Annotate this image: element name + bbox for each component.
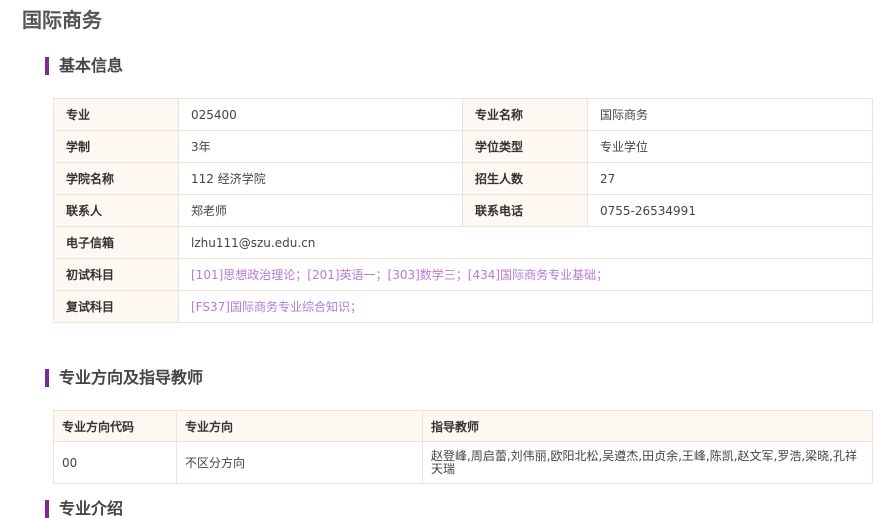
college-label: 学院名称: [53, 162, 179, 195]
table-row: 联系人 郑老师 联系电话 0755-26534991: [53, 194, 873, 227]
direction-code-cell: 00: [53, 441, 177, 484]
enrollment-value: 27: [587, 162, 873, 195]
header-direction: 专业方向: [176, 410, 423, 442]
college-value: 112 经济学院: [178, 162, 463, 195]
major-code-label: 专业: [53, 98, 179, 131]
direction-cell: 不区分方向: [176, 441, 423, 484]
phone-label: 联系电话: [462, 194, 588, 227]
section-title-basic-info: 基本信息: [45, 57, 123, 75]
table-row: 复试科目 [FS37]国际商务专业综合知识；: [53, 290, 873, 323]
table-header-row: 专业方向代码 专业方向 指导教师: [53, 410, 873, 442]
phone-value: 0755-26534991: [587, 194, 873, 227]
directions-table: 专业方向代码 专业方向 指导教师 00 不区分方向 赵登峰,周启蕾,刘伟丽,欧阳…: [53, 410, 873, 484]
section-title-directions: 专业方向及指导教师: [45, 369, 203, 387]
duration-value: 3年: [178, 130, 463, 163]
table-row: 00 不区分方向 赵登峰,周启蕾,刘伟丽,欧阳北松,吴遵杰,田贞余,王峰,陈凯,…: [53, 441, 873, 484]
table-row: 学院名称 112 经济学院 招生人数 27: [53, 162, 873, 195]
basic-info-table: 专业 025400 专业名称 国际商务 学制 3年 学位类型 专业学位 学院名称…: [53, 98, 873, 323]
email-value: lzhu111@szu.edu.cn: [178, 226, 873, 259]
degree-type-label: 学位类型: [462, 130, 588, 163]
email-label: 电子信箱: [53, 226, 179, 259]
retest-subjects-label: 复试科目: [53, 290, 179, 323]
contact-value: 郑老师: [178, 194, 463, 227]
table-row: 专业 025400 专业名称 国际商务: [53, 98, 873, 131]
advisors-cell: 赵登峰,周启蕾,刘伟丽,欧阳北松,吴遵杰,田贞余,王峰,陈凯,赵文军,罗浩,梁晓…: [422, 441, 873, 484]
prelim-subjects-link[interactable]: [101]思想政治理论；[201]英语一；[303]数学三；[434]国际商务专…: [178, 258, 873, 291]
major-code-value: 025400: [178, 98, 463, 131]
table-row: 学制 3年 学位类型 专业学位: [53, 130, 873, 163]
enrollment-label: 招生人数: [462, 162, 588, 195]
degree-type-value: 专业学位: [587, 130, 873, 163]
header-direction-code: 专业方向代码: [53, 410, 177, 442]
section-title-intro: 专业介绍: [45, 500, 123, 518]
prelim-subjects-label: 初试科目: [53, 258, 179, 291]
duration-label: 学制: [53, 130, 179, 163]
major-name-label: 专业名称: [462, 98, 588, 131]
page-title: 国际商务: [22, 8, 102, 32]
header-advisors: 指导教师: [422, 410, 873, 442]
table-row: 初试科目 [101]思想政治理论；[201]英语一；[303]数学三；[434]…: [53, 258, 873, 291]
retest-subjects-link[interactable]: [FS37]国际商务专业综合知识；: [178, 290, 873, 323]
contact-label: 联系人: [53, 194, 179, 227]
table-row: 电子信箱 lzhu111@szu.edu.cn: [53, 226, 873, 259]
major-name-value: 国际商务: [587, 98, 873, 131]
